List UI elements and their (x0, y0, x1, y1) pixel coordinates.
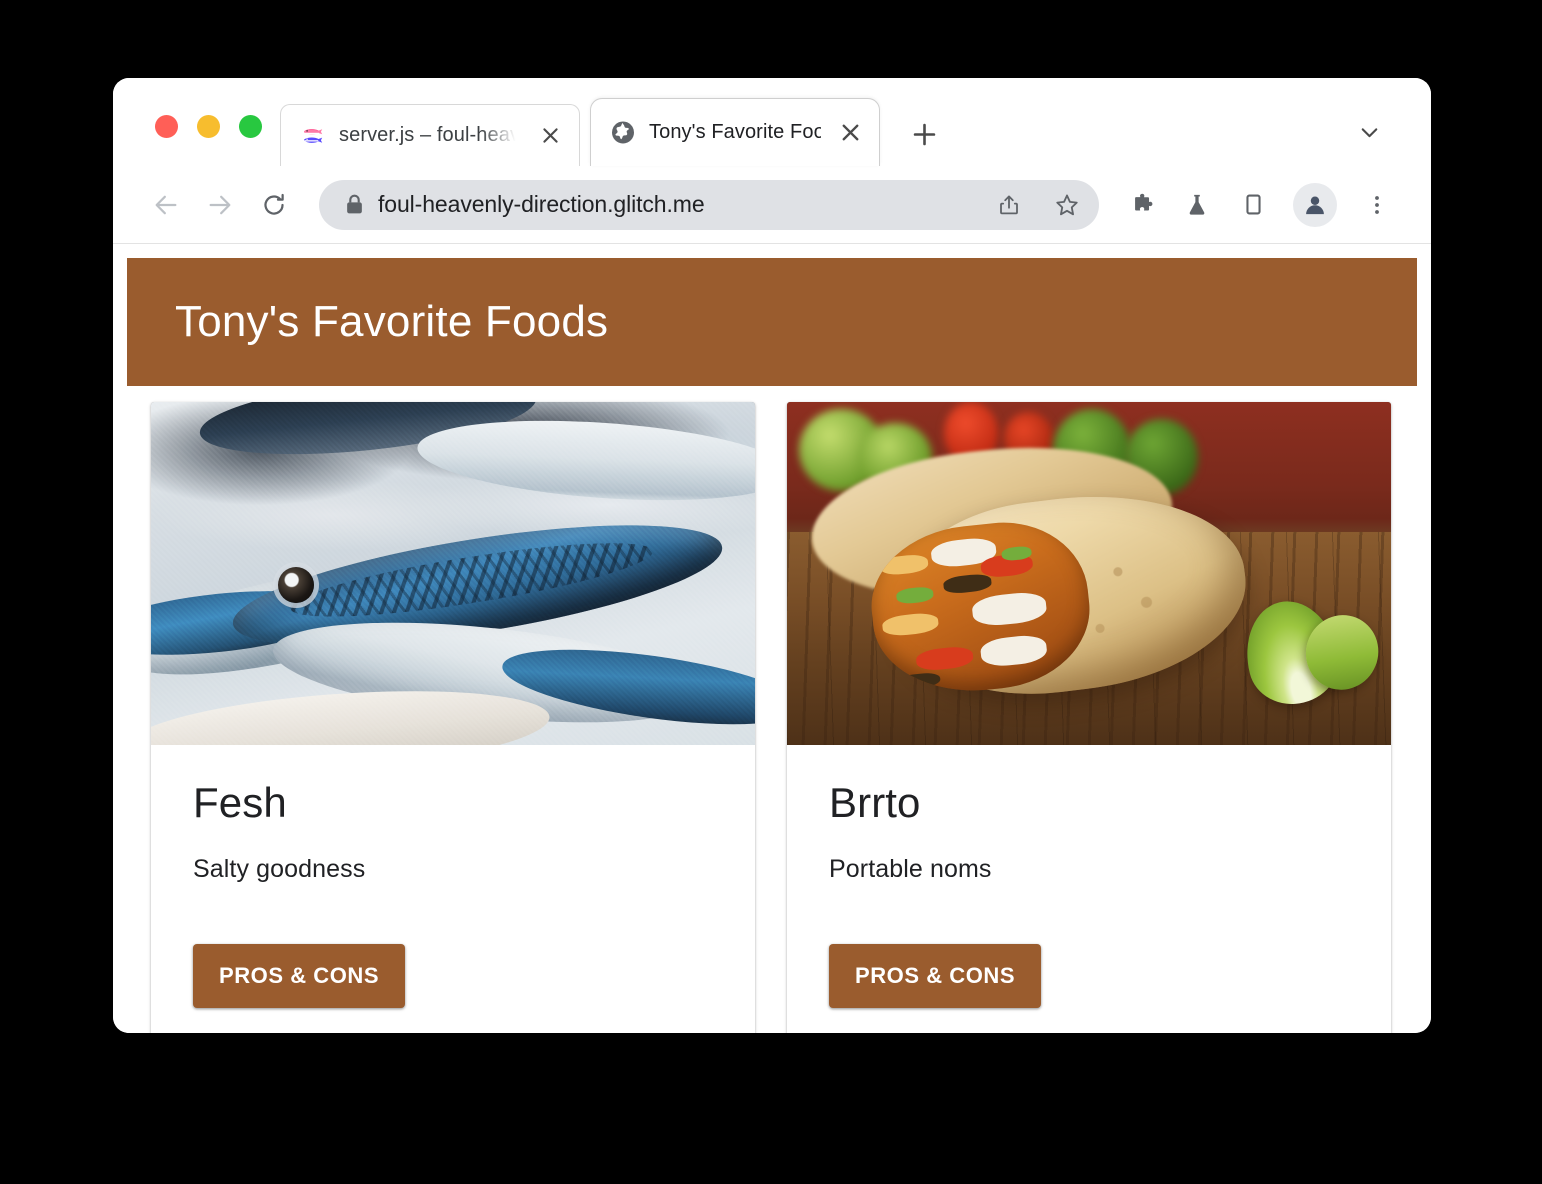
fresh-mackerel-fish-photo (151, 402, 755, 745)
browser-window: server.js – foul-heavenly-direction (113, 78, 1431, 1033)
pros-and-cons-button[interactable]: PROS & CONS (829, 944, 1042, 1009)
card-subtitle: Portable noms (829, 855, 992, 884)
puzzle-icon[interactable] (1115, 179, 1167, 231)
page-viewport: Tony's Favorite Foods Fesh Salty goodnes… (113, 244, 1431, 1033)
new-tab-button[interactable] (902, 112, 946, 156)
flask-icon[interactable] (1171, 179, 1223, 231)
glitch-fish-icon (301, 124, 325, 148)
tab-title: server.js – foul-heavenly-direction (339, 124, 521, 146)
reload-button[interactable] (247, 178, 301, 232)
tab-close-button[interactable] (835, 118, 865, 148)
three-dot-menu-icon[interactable] (1351, 179, 1403, 231)
url-text[interactable]: foul-heavenly-direction.glitch.me (378, 191, 973, 218)
tab-tonys-favorite-foods[interactable]: Tony's Favorite Foods (590, 98, 880, 166)
page-header-banner: Tony's Favorite Foods (127, 258, 1417, 386)
lock-icon (345, 194, 364, 215)
card-subtitle: Salty goodness (193, 855, 366, 884)
minimize-window-button[interactable] (197, 115, 220, 138)
card-body: Brrto Portable noms PROS & CONS (787, 745, 1391, 1033)
globe-icon (611, 121, 635, 145)
chicken-burrito-photo (787, 402, 1391, 745)
tab-list: server.js – foul-heavenly-direction (262, 78, 1431, 166)
back-button[interactable] (139, 178, 193, 232)
window-traffic-lights (113, 115, 262, 166)
tab-strip: server.js – foul-heavenly-direction (113, 78, 1431, 166)
forward-button[interactable] (193, 178, 247, 232)
pros-and-cons-button[interactable]: PROS & CONS (193, 944, 406, 1009)
zoom-window-button[interactable] (239, 115, 262, 138)
tab-close-button[interactable] (535, 121, 565, 151)
food-card[interactable]: Fesh Salty goodness PROS & CONS (151, 402, 755, 1033)
browser-toolbar: foul-heavenly-direction.glitch.me (113, 166, 1431, 244)
tab-title: Tony's Favorite Foods (649, 121, 821, 143)
person-icon[interactable] (1293, 182, 1337, 227)
chevron-down-icon[interactable] (1349, 112, 1389, 152)
card-title: Fesh (193, 779, 287, 826)
tab-strip-right-controls (1349, 112, 1431, 166)
share-icon[interactable] (987, 183, 1031, 227)
close-window-button[interactable] (155, 115, 178, 138)
food-card[interactable]: Brrto Portable noms PROS & CONS (787, 402, 1391, 1033)
desktop-backdrop: server.js – foul-heavenly-direction (0, 0, 1542, 1184)
card-body: Fesh Salty goodness PROS & CONS (151, 745, 755, 1033)
address-bar[interactable]: foul-heavenly-direction.glitch.me (319, 179, 1099, 230)
card-title: Brrto (829, 779, 921, 826)
food-card-grid: Fesh Salty goodness PROS & CONS Brrto Po… (113, 386, 1431, 1033)
tab-server-js[interactable]: server.js – foul-heavenly-direction (280, 104, 580, 166)
star-icon[interactable] (1045, 183, 1089, 227)
side-panel-icon[interactable] (1227, 179, 1279, 231)
page-title: Tony's Favorite Foods (175, 297, 609, 346)
